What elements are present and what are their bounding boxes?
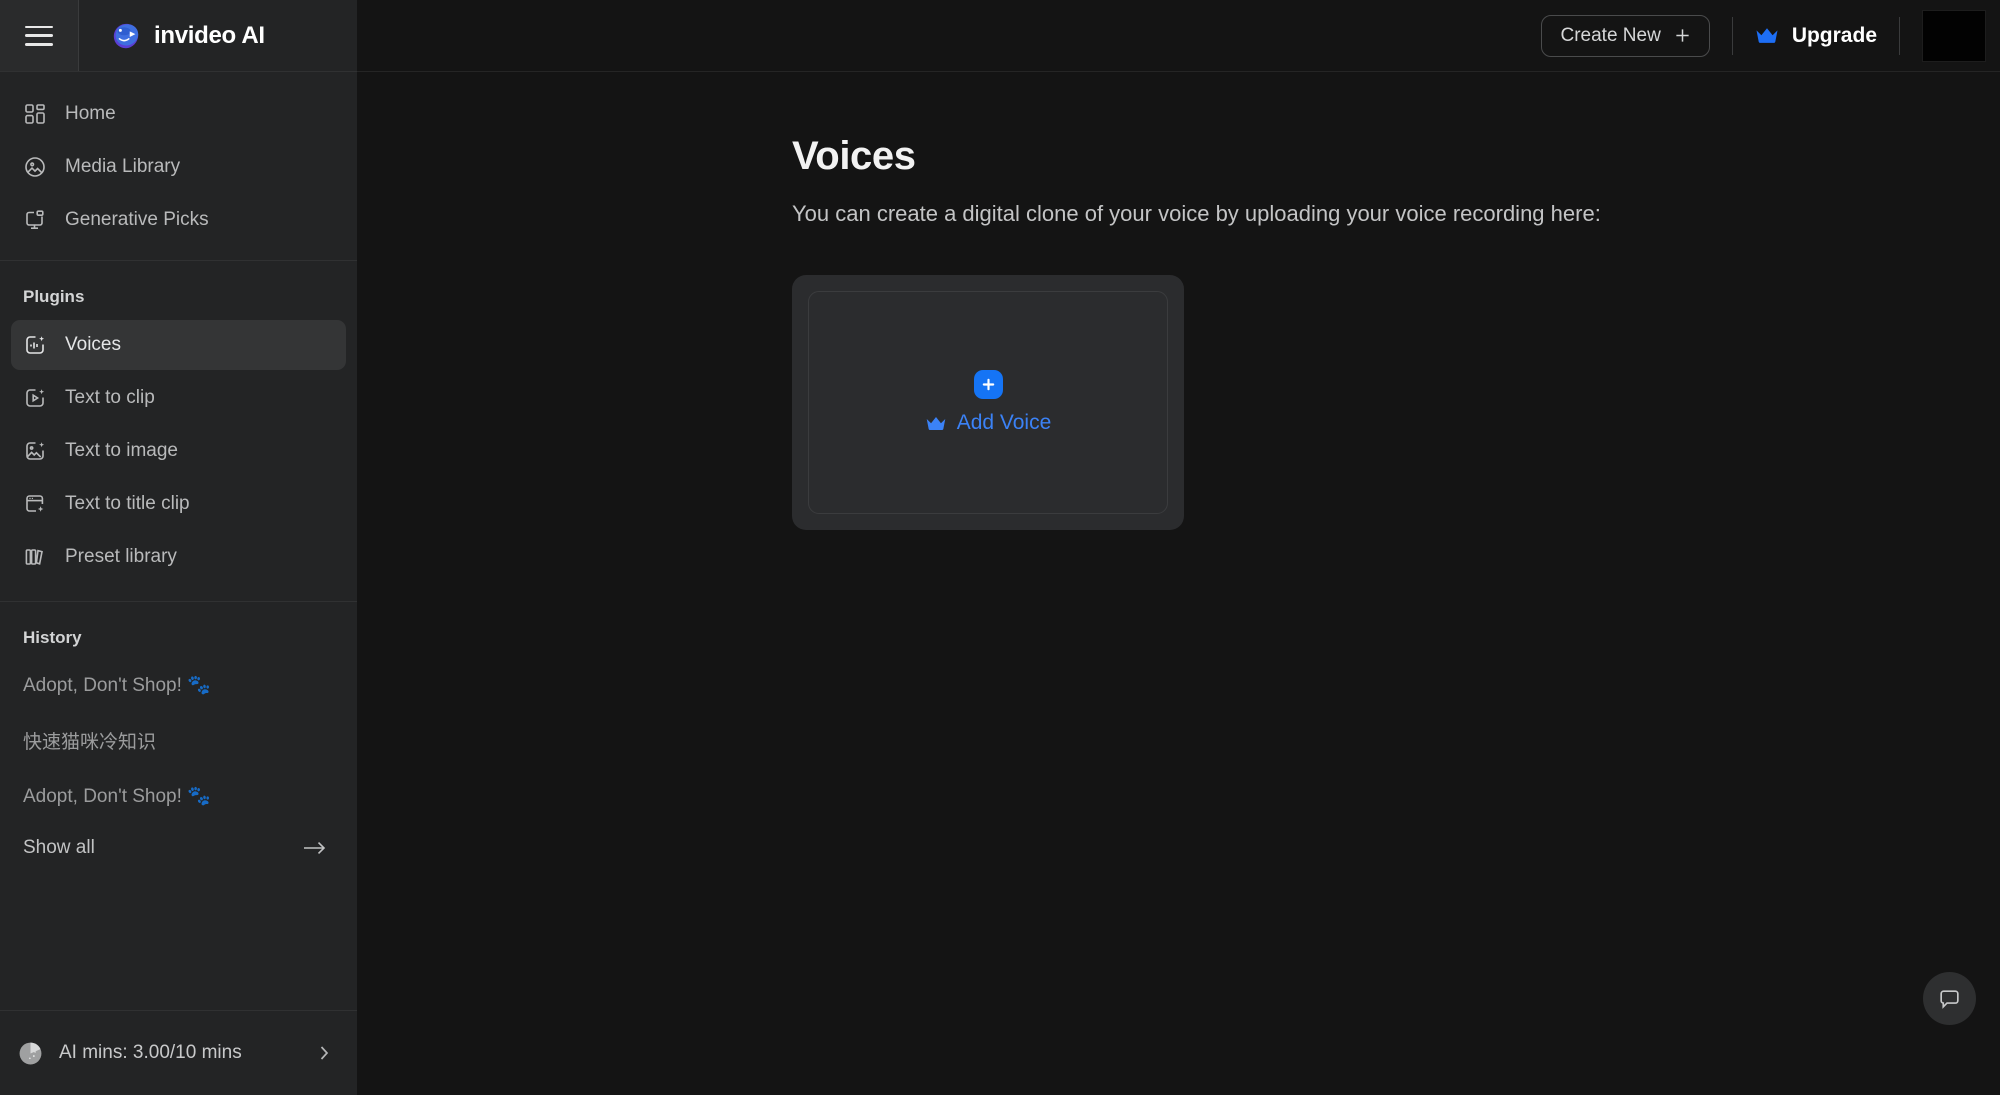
chat-bubble-icon: [1937, 986, 1962, 1011]
sidebar-item-text-to-clip[interactable]: Text to clip: [11, 373, 346, 423]
sidebar-item-label: Text to image: [65, 440, 178, 461]
voice-wave-sparkle-icon: [23, 333, 47, 357]
create-new-label: Create New: [1560, 24, 1661, 46]
sidebar-item-label: Voices: [65, 334, 121, 355]
page-subtitle: You can create a digital clone of your v…: [792, 201, 1601, 226]
sidebar-item-label: Text to title clip: [65, 493, 190, 514]
sidebar-item-label: Media Library: [65, 156, 181, 177]
sidebar-item-voices[interactable]: Voices: [11, 320, 346, 370]
play-sparkle-icon: [23, 386, 47, 410]
show-all-history-button[interactable]: Show all: [0, 823, 357, 873]
create-new-button[interactable]: Create New: [1541, 14, 1710, 57]
pie-chart-icon: [18, 1041, 43, 1066]
page-title: Voices: [792, 134, 916, 178]
add-voice-label: Add Voice: [956, 411, 1052, 434]
hamburger-menu-icon: [25, 25, 53, 46]
history-section-title: History: [23, 628, 82, 647]
sidebar-item-media-library[interactable]: Media Library: [11, 142, 346, 192]
upgrade-button[interactable]: Upgrade: [1755, 24, 1877, 48]
chevron-right-icon: [317, 1043, 331, 1063]
top-bar: Create New Upgrade: [357, 0, 2000, 72]
brand[interactable]: invideo AI: [79, 21, 265, 51]
toolbar-divider-2: [1899, 16, 1900, 55]
avatar[interactable]: [1922, 9, 1986, 62]
app-root: invideo AI Home Media Library Generative…: [0, 0, 2000, 1095]
plus-icon: [1674, 27, 1691, 44]
sidebar: invideo AI Home Media Library Generative…: [0, 0, 357, 1095]
ai-minutes-usage-button[interactable]: AI mins: 3.00/10 mins: [0, 1010, 357, 1095]
sidebar-item-label: Generative Picks: [65, 209, 209, 230]
sidebar-item-preset-library[interactable]: Preset library: [11, 532, 346, 582]
sidebar-item-generative-picks[interactable]: Generative Picks: [11, 195, 346, 245]
sidebar-item-home[interactable]: Home: [11, 89, 346, 139]
add-voice-card[interactable]: Add Voice: [792, 275, 1184, 530]
dashboard-grid-icon: [23, 102, 47, 126]
add-voice-label-group: Add Voice: [925, 411, 1052, 435]
image-sparkle-icon: [23, 439, 47, 463]
page-content: Voices You can create a digital clone of…: [357, 72, 2000, 530]
history-list-item[interactable]: Adopt, Don't Shop! 🐾: [0, 658, 357, 712]
show-all-label: Show all: [23, 837, 95, 858]
window-sparkle-icon: [23, 492, 47, 516]
sidebar-item-label: Text to clip: [65, 387, 155, 408]
crown-icon: [925, 416, 947, 431]
upgrade-label: Upgrade: [1791, 23, 1877, 47]
plus-icon: [973, 370, 1003, 399]
sidebar-header: invideo AI: [0, 0, 357, 72]
main-area: Create New Upgrade Voices You can create…: [357, 0, 2000, 1095]
image-circle-icon: [23, 155, 47, 179]
toolbar-divider: [1731, 16, 1733, 55]
crown-icon: [1755, 27, 1779, 44]
hamburger-menu-button[interactable]: [0, 0, 79, 71]
history-list-item[interactable]: 快速猫咪冷知识: [0, 712, 357, 769]
sidebar-item-label: Home: [65, 103, 116, 124]
plugins-section-title: Plugins: [23, 287, 85, 306]
sidebar-plugins-section: Plugins Voices Text to clip Text to imag…: [0, 261, 357, 601]
monitor-sparkle-icon: [23, 208, 47, 232]
ai-minutes-label: AI mins: 3.00/10 mins: [59, 1042, 242, 1063]
history-list-item[interactable]: Adopt, Don't Shop! 🐾: [0, 769, 357, 823]
chat-support-button[interactable]: [1923, 972, 1976, 1025]
sidebar-item-label: Preset library: [65, 546, 177, 567]
sidebar-history-section: History Adopt, Don't Shop! 🐾 快速猫咪冷知识 Ado…: [0, 602, 357, 883]
sidebar-primary-nav: Home Media Library Generative Picks: [0, 72, 357, 260]
sidebar-item-text-to-image[interactable]: Text to image: [11, 426, 346, 476]
brand-name: invideo AI: [154, 21, 265, 49]
invideo-logo-icon: [111, 21, 141, 51]
arrow-right-icon: [302, 839, 328, 857]
add-voice-dropzone[interactable]: Add Voice: [808, 291, 1168, 514]
sidebar-item-text-to-title-clip[interactable]: Text to title clip: [11, 479, 346, 529]
books-icon: [23, 545, 47, 569]
